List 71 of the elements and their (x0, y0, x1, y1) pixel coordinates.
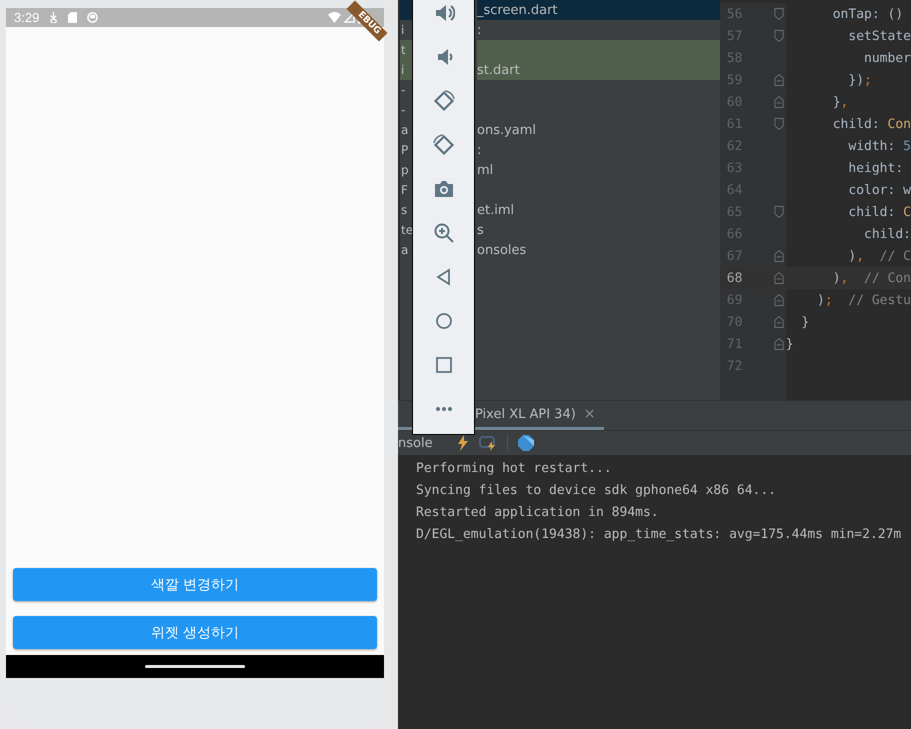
code-line: onTap: () (832, 6, 904, 22)
fold-marker-icon[interactable] (774, 271, 785, 285)
fold-marker-icon[interactable] (774, 95, 785, 109)
tree-item[interactable]: - (400, 100, 413, 120)
code-line: color: w (847, 182, 911, 198)
fold-marker-icon[interactable] (774, 337, 785, 351)
close-tab-button[interactable]: × (584, 406, 596, 422)
line-number: 68 (726, 270, 742, 286)
tree-item[interactable]: - (400, 80, 413, 100)
tree-item[interactable]: a (400, 240, 413, 260)
tree-item[interactable]: F (400, 180, 413, 200)
tree-item[interactable]: a (400, 120, 413, 140)
fold-marker-icon[interactable] (774, 293, 785, 307)
console-line: Performing hot restart... (416, 460, 613, 478)
face-icon (87, 12, 98, 23)
code-line: child: Con (832, 116, 911, 132)
tree-item[interactable]: s (477, 220, 720, 240)
tree-item[interactable]: ons.yaml (477, 120, 720, 140)
code-line: number (863, 50, 911, 66)
code-line: }, (832, 94, 848, 110)
tree-item[interactable]: : (477, 20, 720, 40)
tree-item[interactable]: s (400, 200, 413, 220)
code-line: } (800, 314, 810, 330)
tree-item[interactable]: _screen.dart (477, 0, 720, 20)
tree-item[interactable]: st.dart (477, 60, 720, 80)
console-line: Syncing files to device sdk gphone64 x86 64... (416, 482, 778, 500)
zoom-in-icon[interactable] (432, 222, 454, 244)
lightning-icon[interactable] (456, 435, 469, 451)
fold-marker-icon[interactable] (774, 7, 785, 21)
rotate-right-icon[interactable] (432, 134, 454, 156)
code-line: }); (847, 72, 872, 88)
tree-item[interactable]: i (400, 60, 413, 80)
app-button[interactable]: 색깔 변경하기 (13, 568, 377, 601)
console-tab-label[interactable]: nsole (398, 436, 433, 450)
console-line: Restarted application in 894ms. (416, 504, 660, 522)
fold-marker-icon[interactable] (774, 73, 785, 87)
code-line: child: (863, 226, 911, 242)
code-line: width: 5 (847, 138, 911, 154)
code-line: ); // Gestu (816, 292, 911, 308)
tree-item[interactable]: et.iml (477, 200, 720, 220)
tree-item[interactable]: t (400, 40, 413, 60)
tree-item[interactable]: p (400, 160, 413, 180)
home-handle[interactable] (145, 665, 245, 668)
code-line: height: (847, 160, 904, 176)
fold-marker-icon[interactable] (774, 29, 785, 43)
download-icon (49, 12, 58, 23)
tree-item[interactable]: te (400, 220, 413, 240)
camera-icon[interactable] (432, 178, 454, 200)
fold-marker-icon[interactable] (774, 205, 785, 219)
fold-marker-icon[interactable] (774, 249, 785, 263)
tree-item[interactable]: P (400, 140, 413, 160)
code-line: } (786, 336, 794, 352)
code-line: ), // Con (832, 270, 911, 286)
rotate-left-icon[interactable] (432, 90, 454, 112)
code-line: ), // C (847, 248, 911, 264)
sd-card-icon (68, 12, 78, 23)
lightning-box-icon[interactable] (478, 435, 497, 451)
status-time: 3:29 (14, 10, 40, 25)
tree-item[interactable]: ml (477, 160, 720, 180)
console-line: D/EGL_emulation(19438): app_time_stats: avg=175.44ms min=2.27m (416, 526, 902, 544)
dart-logo-icon[interactable] (518, 435, 534, 451)
tree-item[interactable]: onsoles (477, 240, 720, 260)
fold-marker-icon[interactable] (774, 117, 785, 131)
code-line: child: C (847, 204, 911, 220)
tab-label: Pixel XL API 34) (475, 406, 576, 422)
code-line: setState (847, 28, 911, 44)
fold-marker-icon[interactable] (774, 315, 785, 329)
app-button[interactable]: 위젯 생성하기 (13, 616, 377, 649)
wifi-icon (328, 12, 341, 23)
tree-item[interactable]: : (477, 140, 720, 160)
tree-item[interactable]: i (400, 20, 413, 40)
